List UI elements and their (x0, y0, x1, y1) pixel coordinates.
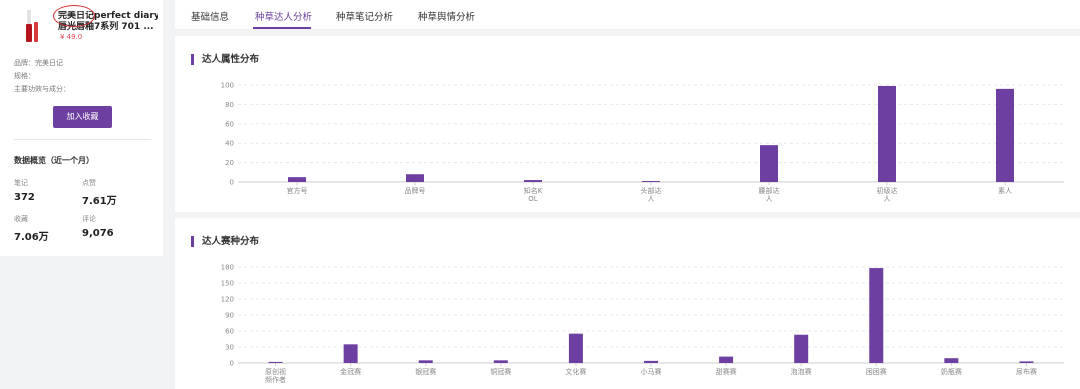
x-tick-label: 频作者 (265, 375, 286, 384)
bar[interactable] (288, 177, 306, 182)
product-image (26, 10, 38, 42)
stat-value-notes: 372 (14, 192, 35, 203)
tab-basic-info[interactable]: 基础信息 (191, 9, 229, 23)
product-price: ¥ 49.0 (60, 33, 83, 41)
bar[interactable] (1019, 361, 1034, 363)
bar[interactable] (493, 360, 508, 363)
x-tick-label: 银冠赛 (415, 367, 436, 376)
x-tick-label: 困困赛 (866, 367, 887, 376)
influencer-track-panel: 达人赛种分布 0 30 60 90 120 150 180 原创视 频作者 金冠赛 银冠赛 铜冠赛 文化… (175, 218, 1080, 389)
y-tick-label: 180 (221, 264, 234, 272)
bar[interactable] (642, 181, 660, 182)
stat-value-likes: 7.61万 (82, 196, 117, 207)
x-tick-label: 金冠赛 (340, 367, 361, 376)
efficacy-info: 主要功效与成分： (14, 85, 70, 93)
bar[interactable] (944, 358, 959, 363)
y-tick-label: 20 (225, 159, 234, 167)
x-tick-label: 原创视 (265, 367, 286, 376)
bar[interactable] (524, 180, 542, 182)
x-tick-label: 人 (766, 195, 773, 203)
brand-info: 品牌：完美日记 (14, 59, 63, 67)
y-tick-label: 40 (225, 140, 234, 148)
stat-label-favorites: 收藏 (14, 215, 28, 223)
bar[interactable] (996, 88, 1014, 182)
influencer-attribute-panel: 达人属性分布 0 20 40 60 80 100 官方号 品牌号 知名K OL 头部达人腰部达人初级… (175, 36, 1080, 212)
x-tick-label: 文化赛 (565, 367, 586, 376)
y-tick-label: 150 (221, 280, 234, 288)
y-tick-label: 120 (221, 296, 234, 304)
spec-info: 规格： (14, 72, 35, 80)
bar[interactable] (760, 145, 778, 182)
influencer-track-chart: 0 30 60 90 120 150 180 原创视频作者 金冠赛 银冠赛 铜冠赛 文化赛 小马赛 甜赛赛… (221, 264, 1064, 384)
x-tick-label: 奶瓶赛 (941, 367, 962, 376)
y-tick-label: 60 (225, 120, 234, 128)
annotation-circle (53, 5, 95, 27)
x-tick-label: 尿布赛 (1016, 367, 1037, 376)
x-tick-label: 铜冠赛 (490, 367, 511, 376)
y-tick-label: 80 (225, 101, 234, 109)
tab-influencer-analysis[interactable]: 种草达人分析 (255, 9, 312, 23)
bar[interactable] (343, 344, 358, 363)
x-tick-label: 初级达 (877, 186, 898, 195)
x-tick-label: 小马赛 (641, 367, 662, 376)
stat-value-favorites: 7.06万 (14, 232, 49, 243)
y-tick-label: 0 (230, 360, 234, 368)
bar[interactable] (406, 174, 424, 182)
x-tick-label: 头部达 (641, 186, 662, 195)
stat-label-comments: 评论 (82, 215, 96, 223)
add-favorite-button[interactable]: 加入收藏 (53, 106, 112, 128)
x-tick-label: 知名K (524, 186, 543, 195)
x-tick-label: 品牌号 (405, 186, 426, 195)
x-tick-label: 泡泡赛 (791, 367, 812, 376)
tab-bar: 基础信息 种草达人分析 种草笔记分析 种草舆情分析 (175, 0, 1080, 30)
bar[interactable] (719, 356, 734, 363)
active-tab-indicator (253, 27, 311, 29)
stat-value-comments: 9,076 (82, 228, 114, 239)
stat-label-notes: 笔记 (14, 179, 28, 187)
x-tick-label: 人 (648, 195, 655, 203)
tab-sentiment-analysis[interactable]: 种草舆情分析 (418, 9, 475, 23)
y-tick-label: 100 (221, 82, 234, 90)
divider (14, 139, 151, 140)
y-tick-label: 30 (225, 344, 234, 352)
y-tick-label: 60 (225, 328, 234, 336)
overview-title: 数据概览（近一个月） (14, 156, 94, 165)
x-tick-label: 腰部达 (759, 186, 780, 195)
x-tick-label: 人 (884, 195, 891, 203)
x-tick-label: 甜赛赛 (716, 367, 737, 376)
y-tick-label: 90 (225, 312, 234, 320)
bar[interactable] (869, 268, 884, 363)
bar[interactable] (644, 360, 658, 363)
influencer-attribute-chart: 020406080100官方号 品牌号 知名KOL头部达人腰部达人初级达人素人 (221, 82, 1064, 203)
bar[interactable] (418, 360, 433, 363)
bar[interactable] (794, 334, 809, 363)
bar[interactable] (268, 361, 283, 363)
product-panel: 完美日记perfect diary 唇光唇釉7系列 701 ... ¥ 49.0… (0, 0, 163, 256)
stat-label-likes: 点赞 (82, 179, 96, 187)
bar[interactable] (568, 333, 583, 363)
tab-notes-analysis[interactable]: 种草笔记分析 (336, 9, 393, 23)
x-tick-label: 官方号 (287, 186, 308, 195)
y-tick-label: 0 (230, 179, 234, 187)
x-tick-label: OL (528, 195, 538, 203)
bar[interactable] (878, 85, 896, 182)
x-tick-label: 素人 (998, 186, 1012, 195)
